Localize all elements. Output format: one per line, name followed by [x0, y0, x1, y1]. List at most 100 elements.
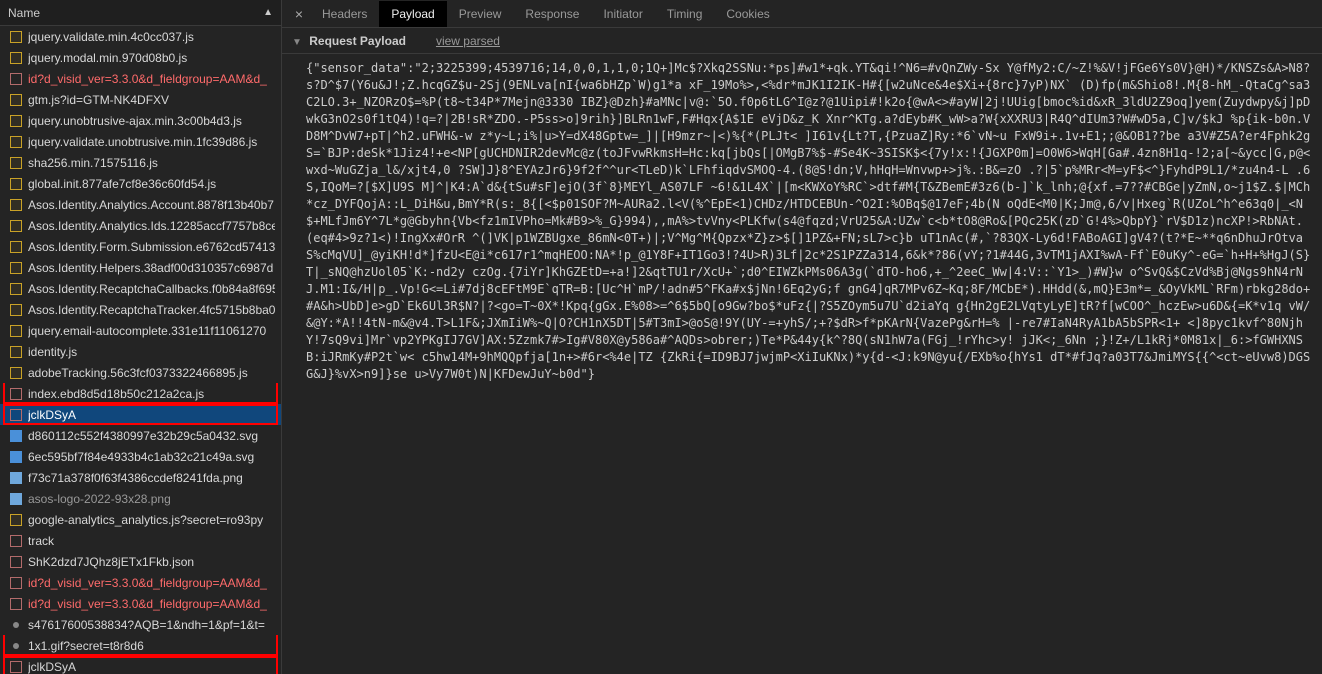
- detail-tab-bar: × HeadersPayloadPreviewResponseInitiator…: [282, 0, 1322, 28]
- request-row[interactable]: jclkDSyA: [0, 656, 281, 674]
- request-row[interactable]: s47617600538834?AQB=1&ndh=1&pf=1&t=: [0, 614, 281, 635]
- js-file-icon: [10, 304, 22, 316]
- request-name: asos-logo-2022-93x28.png: [28, 492, 171, 506]
- js-file-icon: [10, 283, 22, 295]
- request-row[interactable]: d860112c552f4380997e32b29c5a0432.svg: [0, 425, 281, 446]
- xhr-file-icon: [10, 598, 22, 610]
- sort-ascending-icon: ▲: [263, 7, 273, 18]
- request-row[interactable]: adobeTracking.56c3fcf0373322466895.js: [0, 362, 281, 383]
- payload-raw-body[interactable]: {"sensor_data":"2;3225399;4539716;14,0,0…: [282, 54, 1322, 674]
- tab-initiator[interactable]: Initiator: [591, 1, 654, 27]
- request-row[interactable]: Asos.Identity.Analytics.Account.8878f13b…: [0, 194, 281, 215]
- request-row[interactable]: asos-logo-2022-93x28.png: [0, 488, 281, 509]
- caret-down-icon: ▼: [292, 37, 302, 48]
- tab-timing[interactable]: Timing: [655, 1, 715, 27]
- request-row[interactable]: jquery.email-autocomplete.331e11f1106127…: [0, 320, 281, 341]
- request-name: Asos.Identity.Analytics.Ids.12285accf775…: [28, 219, 275, 233]
- request-row[interactable]: Asos.Identity.Form.Submission.e6762cd574…: [0, 236, 281, 257]
- svg-image-icon: [10, 430, 22, 442]
- tab-response[interactable]: Response: [513, 1, 591, 27]
- request-name: ShK2dzd7JQhz8jETx1Fkb.json: [28, 555, 194, 569]
- js-file-icon: [10, 220, 22, 232]
- request-name: global.init.877afe7cf8e36c60fd54.js: [28, 177, 216, 191]
- xhr-file-icon: [10, 577, 22, 589]
- js-file-icon: [10, 31, 22, 43]
- request-row[interactable]: Asos.Identity.RecaptchaCallbacks.f0b84a8…: [0, 278, 281, 299]
- request-row[interactable]: id?d_visid_ver=3.3.0&d_fieldgroup=AAM&d_: [0, 572, 281, 593]
- view-parsed-link[interactable]: view parsed: [436, 34, 500, 48]
- request-row[interactable]: jquery.validate.min.4c0cc037.js: [0, 26, 281, 47]
- svg-image-icon: [10, 451, 22, 463]
- request-row[interactable]: global.init.877afe7cf8e36c60fd54.js: [0, 173, 281, 194]
- js-file-icon: [10, 178, 22, 190]
- payload-section-header[interactable]: ▼ Request Payload view parsed: [282, 28, 1322, 54]
- section-label: Request Payload: [309, 34, 406, 48]
- request-name: Asos.Identity.Form.Submission.e6762cd574…: [28, 240, 275, 254]
- request-row[interactable]: f73c71a378f0f63f4386ccdef8241fda.png: [0, 467, 281, 488]
- request-name: d860112c552f4380997e32b29c5a0432.svg: [28, 429, 258, 443]
- request-name: id?d_visid_ver=3.3.0&d_fieldgroup=AAM&d_: [28, 576, 267, 590]
- request-detail-panel: × HeadersPayloadPreviewResponseInitiator…: [282, 0, 1322, 674]
- js-file-icon: [10, 157, 22, 169]
- request-name: id?d_visid_ver=3.3.0&d_fieldgroup=AAM&d_: [28, 72, 267, 86]
- tab-headers[interactable]: Headers: [310, 1, 379, 27]
- request-name: google-analytics_analytics.js?secret=ro9…: [28, 513, 263, 527]
- request-row[interactable]: jquery.validate.unobtrusive.min.1fc39d86…: [0, 131, 281, 152]
- column-header-label: Name: [8, 6, 40, 20]
- request-name: s47617600538834?AQB=1&ndh=1&pf=1&t=: [28, 618, 265, 632]
- request-name: f73c71a378f0f63f4386ccdef8241fda.png: [28, 471, 243, 485]
- tab-payload[interactable]: Payload: [379, 1, 446, 27]
- js-file-icon: [10, 94, 22, 106]
- request-name: jquery.email-autocomplete.331e11f1106127…: [28, 324, 266, 338]
- request-name: track: [28, 534, 54, 548]
- request-name: Asos.Identity.RecaptchaTracker.4fc5715b8…: [28, 303, 275, 317]
- request-name: jclkDSyA: [28, 660, 76, 674]
- request-name: jquery.validate.min.4c0cc037.js: [28, 30, 194, 44]
- js-file-icon: [10, 241, 22, 253]
- request-row[interactable]: Asos.Identity.RecaptchaTracker.4fc5715b8…: [0, 299, 281, 320]
- request-row[interactable]: id?d_visid_ver=3.3.0&d_fieldgroup=AAM&d_: [0, 68, 281, 89]
- xhr-file-icon: [10, 556, 22, 568]
- request-row[interactable]: jclkDSyA: [0, 404, 281, 425]
- png-image-icon: [10, 472, 22, 484]
- js-file-icon: [10, 514, 22, 526]
- request-row[interactable]: 6ec595bf7f84e4933b4c1ab32c21c49a.svg: [0, 446, 281, 467]
- js-file-icon: [10, 52, 22, 64]
- js-file-icon: [10, 115, 22, 127]
- js-file-icon: [10, 262, 22, 274]
- js-file-icon: [10, 367, 22, 379]
- request-row[interactable]: google-analytics_analytics.js?secret=ro9…: [0, 509, 281, 530]
- request-row[interactable]: jquery.unobtrusive-ajax.min.3c00b4d3.js: [0, 110, 281, 131]
- request-list: jquery.validate.min.4c0cc037.js jquery.mo…: [0, 26, 281, 674]
- request-row[interactable]: ShK2dzd7JQhz8jETx1Fkb.json: [0, 551, 281, 572]
- close-icon[interactable]: ×: [288, 6, 310, 22]
- request-row[interactable]: jquery.modal.min.970d08b0.js: [0, 47, 281, 68]
- xhr-file-icon: [10, 661, 22, 673]
- request-row[interactable]: track: [0, 530, 281, 551]
- request-name: jquery.modal.min.970d08b0.js: [28, 51, 187, 65]
- network-requests-panel: Name ▲ jquery.validate.min.4c0cc037.jsjq…: [0, 0, 282, 674]
- request-row[interactable]: Asos.Identity.Analytics.Ids.12285accf775…: [0, 215, 281, 236]
- request-row[interactable]: gtm.js?id=GTM-NK4DFXV: [0, 89, 281, 110]
- ping-dot-icon: [13, 622, 19, 628]
- js-file-icon: [10, 325, 22, 337]
- ping-dot-icon: [13, 643, 19, 649]
- request-name: jquery.unobtrusive-ajax.min.3c00b4d3.js: [28, 114, 242, 128]
- png-image-icon: [10, 493, 22, 505]
- request-name: sha256.min.71575116.js: [28, 156, 158, 170]
- tab-cookies[interactable]: Cookies: [714, 1, 781, 27]
- request-row[interactable]: sha256.min.71575116.js: [0, 152, 281, 173]
- request-row[interactable]: identity.js: [0, 341, 281, 362]
- xhr-file-icon: [10, 409, 22, 421]
- request-name: id?d_visid_ver=3.3.0&d_fieldgroup=AAM&d_: [28, 597, 267, 611]
- request-name: Asos.Identity.RecaptchaCallbacks.f0b84a8…: [28, 282, 275, 296]
- request-row[interactable]: index.ebd8d5d18b50c212a2ca.js: [0, 383, 281, 404]
- tab-preview[interactable]: Preview: [447, 1, 514, 27]
- xhr-file-icon: [10, 388, 22, 400]
- request-row[interactable]: id?d_visid_ver=3.3.0&d_fieldgroup=AAM&d_: [0, 593, 281, 614]
- column-header-name[interactable]: Name ▲: [0, 0, 281, 26]
- request-name: 1x1.gif?secret=t8r8d6: [28, 639, 144, 653]
- request-row[interactable]: 1x1.gif?secret=t8r8d6: [0, 635, 281, 656]
- request-row[interactable]: Asos.Identity.Helpers.38adf00d310357c698…: [0, 257, 281, 278]
- request-name: index.ebd8d5d18b50c212a2ca.js: [28, 387, 204, 401]
